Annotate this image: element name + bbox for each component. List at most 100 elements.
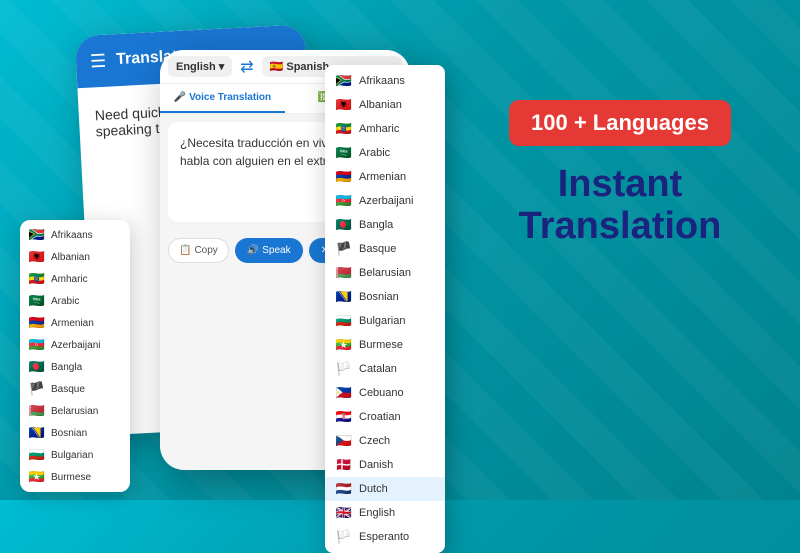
flag-icon: 🇦🇲 — [28, 315, 46, 331]
flag-icon: 🇳🇱 — [335, 481, 353, 497]
lang-name: Belarusian — [359, 267, 411, 279]
speak-button[interactable]: 🔊 Speak — [235, 238, 303, 263]
flag-icon: 🇿🇦 — [28, 227, 46, 243]
lang-name: Bangla — [51, 362, 82, 373]
list-item[interactable]: 🇲🇲 Burmese — [325, 333, 445, 357]
list-item[interactable]: 🏴Basque — [20, 378, 130, 400]
flag-icon: 🇦🇿 — [335, 193, 353, 209]
flag-icon: 🇧🇬 — [28, 447, 46, 463]
list-item[interactable]: 🇿🇦 Afrikaans — [20, 224, 130, 246]
lang-name: Armenian — [51, 318, 94, 329]
lang-name: Dutch — [359, 483, 388, 495]
lang-name: Bosnian — [51, 428, 87, 439]
list-item[interactable]: 🇨🇿Czech — [325, 429, 445, 453]
list-item[interactable]: 🇳🇱 Dutch — [325, 477, 445, 501]
lang-name: Burmese — [359, 339, 403, 351]
flag-icon: 🇦🇲 — [335, 169, 353, 185]
headline: Instant Translation — [480, 164, 760, 248]
list-item[interactable]: 🇿🇦 Afrikaans — [325, 69, 445, 93]
lang-name: Amharic — [51, 274, 88, 285]
flag-icon: 🇧🇬 — [335, 313, 353, 329]
list-item[interactable]: 🇦🇲 Armenian — [20, 312, 130, 334]
list-item[interactable]: 🇦🇲Armenian — [325, 165, 445, 189]
lang-name: Bosnian — [359, 291, 399, 303]
speaker-icon: 🔊 — [247, 245, 259, 256]
flag-icon: 🇧🇩 — [335, 217, 353, 233]
list-item[interactable]: 🇦🇿 Azerbaijani — [325, 189, 445, 213]
language-dropdown[interactable]: 🇿🇦 Afrikaans 🇦🇱Albanian🇪🇹Amharic 🇸🇦 Arabic 🇦🇲… — [325, 65, 445, 553]
flag-icon: 🏴 — [335, 241, 353, 257]
lang-name: Catalan — [359, 363, 397, 375]
list-item[interactable]: 🇧🇬 Bulgarian — [20, 444, 130, 466]
flag-icon: 🇿🇦 — [335, 73, 353, 89]
list-item[interactable]: 🏳️ Esperanto — [325, 525, 445, 549]
list-item[interactable]: 🇦🇱 Albanian — [20, 246, 130, 268]
copy-icon: 📋 — [179, 245, 191, 256]
list-item[interactable]: 🇧🇦 Bosnian — [325, 285, 445, 309]
lang-name: Croatian — [359, 411, 401, 423]
list-item[interactable]: 🇸🇦Arabic — [20, 290, 130, 312]
flag-icon: 🇸🇦 — [335, 145, 353, 161]
lang-name: Afrikaans — [51, 230, 93, 241]
list-item[interactable]: 🇧🇬 Bulgarian — [325, 309, 445, 333]
flag-icon: 🇩🇰 — [335, 457, 353, 473]
flag-spanish: 🇪🇸 — [270, 60, 284, 73]
main-scene: 100 + Languages Instant Translation ☰ Tr… — [0, 0, 800, 500]
flag-icon: 🏳️ — [335, 529, 353, 545]
list-item[interactable]: 🇧🇩Bangla — [20, 356, 130, 378]
lang-name: Azerbaijani — [51, 340, 100, 351]
lang-name: Czech — [359, 435, 390, 447]
flag-icon: 🇵🇭 — [335, 385, 353, 401]
flag-icon: 🇧🇦 — [335, 289, 353, 305]
tab-voice-translation[interactable]: 🎤 Voice Translation — [160, 84, 285, 113]
mic-icon: 🎤 — [174, 92, 186, 103]
list-item[interactable]: 🇧🇩 Bangla — [325, 213, 445, 237]
flag-icon: 🇲🇲 — [28, 469, 46, 485]
lang-name: Esperanto — [359, 531, 409, 543]
list-item[interactable]: 🇸🇦 Arabic — [325, 141, 445, 165]
list-item[interactable]: 🇲🇲Burmese — [20, 466, 130, 488]
lang-name: Arabic — [359, 147, 390, 159]
lang-name: Albanian — [359, 99, 402, 111]
lang-name: Belarusian — [51, 406, 98, 417]
lang-name: Afrikaans — [359, 75, 405, 87]
list-item[interactable]: 🇧🇾Belarusian — [20, 400, 130, 422]
copy-button[interactable]: 📋 Copy — [168, 238, 229, 263]
target-lang-label: Spanish — [286, 61, 329, 73]
list-item[interactable]: 🇭🇷 Croatian — [325, 405, 445, 429]
flag-icon: 🇬🇧 — [335, 505, 353, 521]
hamburger-icon[interactable]: ☰ — [89, 50, 106, 72]
flag-icon: 🇦🇿 — [28, 337, 46, 353]
source-language-select[interactable]: English ▾ — [168, 56, 232, 77]
lang-name: Azerbaijani — [359, 195, 413, 207]
lang-name: Bangla — [359, 219, 393, 231]
flag-icon: 🏳️ — [335, 361, 353, 377]
list-item[interactable]: 🇵🇭 Cebuano — [325, 381, 445, 405]
lang-name: Albanian — [51, 252, 90, 263]
lang-list-left: 🇿🇦Afrikaans🇦🇱Albanian🇪🇹Amharic🇸🇦Arabic🇦🇲… — [20, 220, 130, 492]
swap-icon[interactable]: ⇄ — [240, 57, 253, 77]
lang-name: Bulgarian — [51, 450, 93, 461]
list-item[interactable]: 🇬🇧English — [325, 501, 445, 525]
list-item[interactable]: 🇦🇿 Azerbaijani — [20, 334, 130, 356]
list-item[interactable]: 🇧🇾Belarusian — [325, 261, 445, 285]
source-lang-label: English — [176, 61, 216, 73]
flag-icon: 🇭🇷 — [335, 409, 353, 425]
list-item[interactable]: 🏳️ Catalan — [325, 357, 445, 381]
lang-name: Amharic — [359, 123, 399, 135]
list-item[interactable]: 🇧🇦Bosnian — [20, 422, 130, 444]
list-item[interactable]: 🇦🇱Albanian — [325, 93, 445, 117]
lang-name: Arabic — [51, 296, 79, 307]
lang-name: Danish — [359, 459, 393, 471]
lang-name: Basque — [51, 384, 85, 395]
list-item[interactable]: 🇪🇹 Amharic — [20, 268, 130, 290]
flag-icon: 🇦🇱 — [28, 249, 46, 265]
lang-name: Cebuano — [359, 387, 404, 399]
list-item[interactable]: 🏴 Basque — [325, 237, 445, 261]
flag-icon: 🇪🇹 — [28, 271, 46, 287]
lang-name: Basque — [359, 243, 396, 255]
list-item[interactable]: 🇪🇹Amharic — [325, 117, 445, 141]
flag-icon: 🇲🇲 — [335, 337, 353, 353]
lang-name: Bulgarian — [359, 315, 405, 327]
list-item[interactable]: 🇩🇰 Danish — [325, 453, 445, 477]
